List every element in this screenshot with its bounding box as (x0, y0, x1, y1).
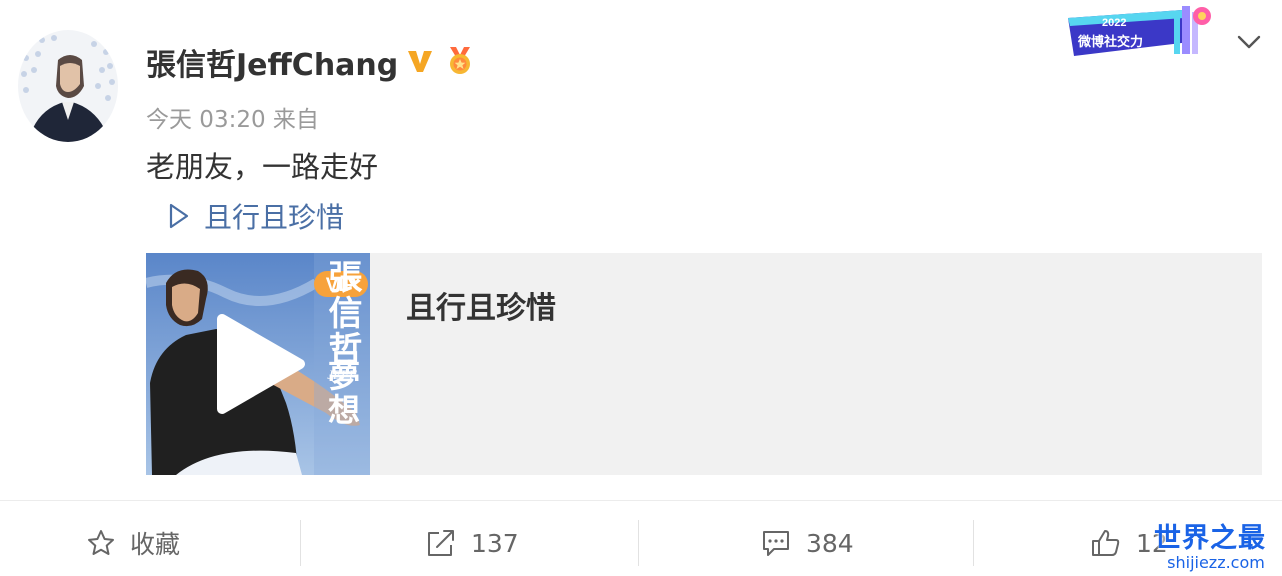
action-separator (300, 520, 301, 566)
music-card[interactable]: VIP 張信哲 JEFF 夢想 且行且珍惜 (146, 253, 1262, 475)
campaign-text: 微博社交力 (1077, 34, 1143, 50)
play-triangle-icon (169, 203, 189, 229)
action-separator (638, 520, 639, 566)
watermark-title: 世界之最 (1154, 523, 1266, 554)
repost-button[interactable]: 137 (425, 518, 519, 568)
action-separator (973, 520, 974, 566)
post-text: 老朋友，一路走好 (146, 150, 379, 184)
comment-count: 384 (806, 528, 854, 558)
medal-icon[interactable] (444, 44, 476, 76)
post-meta: 今天 03:20 来自 (146, 107, 319, 133)
song-link-label: 且行且珍惜 (204, 201, 345, 234)
thumbs-up-icon (1092, 530, 1120, 556)
comment-icon (763, 531, 789, 556)
watermark-domain: shijiezz.com (1167, 553, 1265, 572)
album-cover[interactable]: VIP 張信哲 JEFF 夢想 (146, 253, 370, 475)
favorite-label: 收藏 (130, 530, 181, 559)
verified-v-icon (408, 51, 432, 72)
campaign-year: 2022 (1102, 17, 1126, 29)
music-card-title: 且行且珍惜 (406, 291, 556, 326)
author-avatar[interactable] (18, 30, 118, 142)
cover-artist-text: 張信哲 (322, 259, 362, 367)
site-watermark: 世界之最 shijiezz.com (1154, 516, 1278, 574)
cover-album-text: 夢想 (323, 359, 361, 427)
star-icon (88, 530, 114, 555)
author-name[interactable]: 張信哲JeffChang (146, 40, 398, 84)
campaign-badge[interactable]: 2022 微博社交力 (1064, 2, 1214, 62)
song-link[interactable]: 且行且珍惜 (168, 196, 344, 236)
comment-button[interactable]: 384 (760, 518, 854, 568)
repost-count: 137 (471, 528, 519, 558)
action-bar-divider (0, 500, 1282, 501)
chevron-down-icon[interactable] (1234, 30, 1264, 54)
share-icon (428, 530, 454, 556)
favorite-button[interactable]: 收藏 (86, 518, 180, 568)
